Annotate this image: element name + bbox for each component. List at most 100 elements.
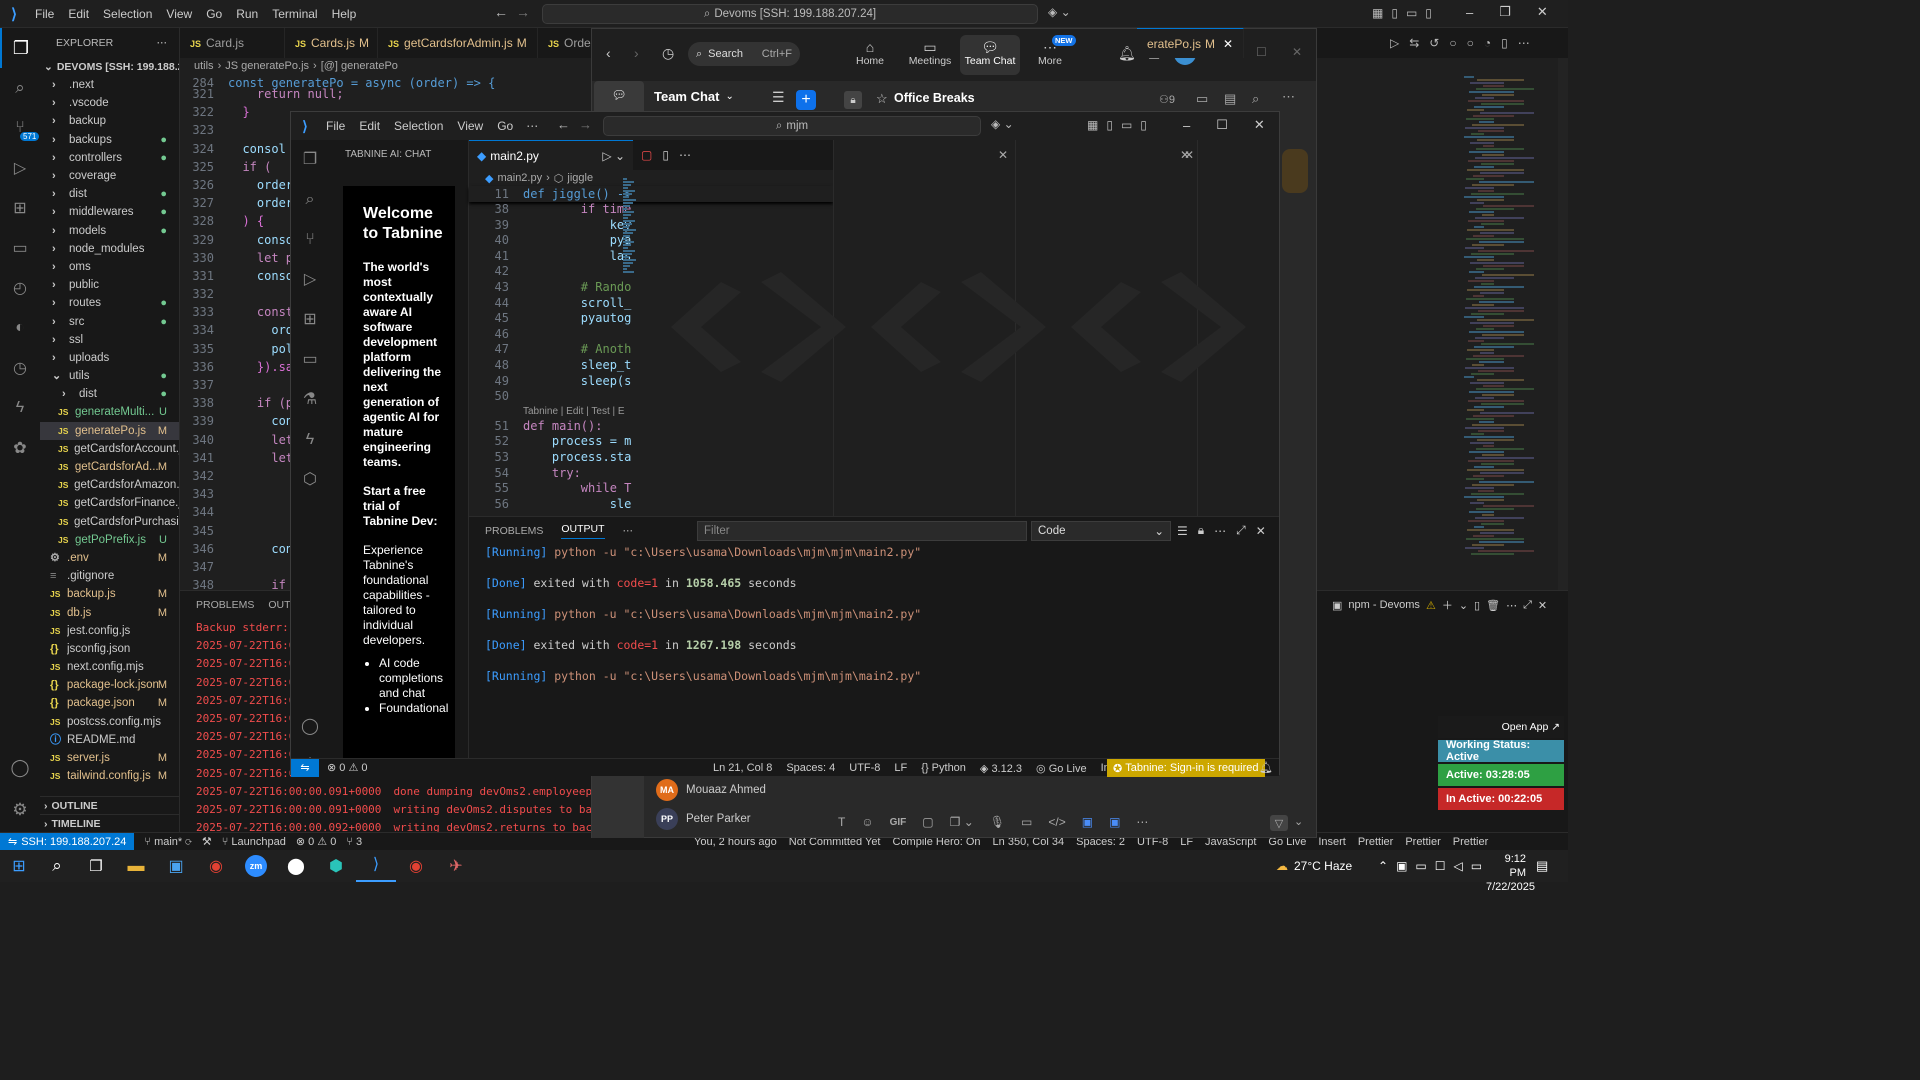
forward-arrow-icon[interactable]: →: [516, 4, 530, 20]
restore-icon[interactable]: ☐: [1216, 117, 1228, 133]
back-arrow-icon[interactable]: ←: [557, 117, 570, 132]
timeline-icon[interactable]: ◔: [1484, 36, 1491, 50]
source-control-icon[interactable]: ⑂ 571: [0, 108, 40, 148]
close-icon[interactable]: ✕: [1256, 524, 1266, 538]
clock[interactable]: 9:12 PM 7/22/2025: [1486, 852, 1535, 894]
menu-file[interactable]: File: [319, 119, 352, 133]
status-item[interactable]: Insert: [1318, 836, 1346, 848]
panel-tab[interactable]: PROBLEMS: [485, 525, 543, 537]
task-view-icon[interactable]: ❐: [76, 857, 116, 875]
app-tray-icon[interactable]: ▣: [1396, 859, 1407, 873]
calendar-icon[interactable]: ▤: [1224, 91, 1236, 107]
back-arrow-icon[interactable]: ←: [494, 4, 508, 20]
file-tree-item[interactable]: JS getCardsforPurchasi...: [40, 513, 179, 531]
file-tree-item[interactable]: › models ●: [40, 222, 179, 240]
more-actions-icon[interactable]: ⋯: [1518, 36, 1530, 50]
file-tree-item[interactable]: JS getCardsforFinance.js: [40, 494, 179, 512]
source-control-icon[interactable]: ⑂: [291, 220, 329, 260]
chrome-icon[interactable]: ◉: [396, 856, 436, 876]
file-tree-item[interactable]: › oms: [40, 258, 179, 276]
history-icon[interactable]: ◷: [662, 45, 674, 62]
store-icon[interactable]: ▣: [156, 856, 196, 876]
remote-explorer-icon[interactable]: ▭: [291, 340, 329, 380]
file-icon[interactable]: ❐ ⌄: [950, 815, 974, 829]
remote-explorer-icon[interactable]: ▭: [0, 228, 40, 268]
menu-run[interactable]: Run: [229, 7, 265, 21]
file-tree-item[interactable]: {} jsconfig.json: [40, 640, 179, 658]
git-graph-icon[interactable]: ◴: [0, 268, 40, 308]
menu-go[interactable]: Go: [490, 119, 520, 133]
display-icon[interactable]: ▭: [1415, 859, 1426, 873]
more-actions-icon[interactable]: ⋯: [623, 525, 634, 537]
file-tree-item[interactable]: › dist ●: [40, 185, 179, 203]
menu-selection[interactable]: Selection: [387, 119, 450, 133]
nav-meetings[interactable]: ▭ Meetings: [900, 35, 960, 75]
nav-team-chat[interactable]: 💬︎ Team Chat: [960, 35, 1020, 75]
file-tree-item[interactable]: › public: [40, 276, 179, 294]
chat-list-item[interactable]: PP Peter Parker: [656, 804, 766, 833]
status-item[interactable]: Prettier: [1405, 836, 1440, 848]
file-tree-item[interactable]: JS generateMulti... U: [40, 403, 179, 421]
sidebar-toggle-icon[interactable]: ▯: [1391, 6, 1398, 20]
app-icon[interactable]: ▣: [1109, 815, 1120, 829]
notifications-icon[interactable]: 🔔︎: [1259, 761, 1273, 774]
language-mode[interactable]: {} Python: [921, 762, 966, 774]
tabnine-icon[interactable]: ⬡: [291, 460, 329, 500]
menu-selection[interactable]: Selection: [96, 7, 159, 21]
file-tree-item[interactable]: JS generatePo.js M: [40, 421, 179, 440]
revert-icon[interactable]: ↺: [1429, 36, 1439, 50]
extensions-icon[interactable]: ⊞: [0, 188, 40, 228]
file-tree-item[interactable]: JS next.config.mjs: [40, 658, 179, 676]
clear-output-icon[interactable]: ☰: [1177, 524, 1188, 538]
close-icon[interactable]: ✕: [1223, 37, 1233, 51]
file-tree-item[interactable]: JS getCardsforAmazon.js: [40, 476, 179, 494]
new-chat-button[interactable]: +: [796, 90, 816, 110]
circle-icon[interactable]: ○: [1449, 36, 1456, 50]
file-tree-item[interactable]: › controllers ●: [40, 149, 179, 167]
launchpad-indicator[interactable]: ⑂ Launchpad: [222, 836, 286, 848]
testing-icon[interactable]: ⚗: [291, 380, 329, 420]
file-tree-item[interactable]: › middlewares ●: [40, 203, 179, 221]
command-center-search[interactable]: ⌕ mjm: [603, 116, 981, 136]
outline-section[interactable]: › OUTLINE: [40, 796, 180, 814]
file-tree-item[interactable]: ⚙ .env M: [40, 549, 179, 567]
breadcrumb-symbol[interactable]: jiggle: [567, 172, 593, 184]
breadcrumb-file[interactable]: main2.py: [497, 172, 542, 184]
circle-icon[interactable]: ○: [1467, 36, 1474, 50]
command-center-search[interactable]: ⌕ Devoms [SSH: 199.188.207.24]: [542, 4, 1038, 24]
menu-go[interactable]: Go: [199, 7, 229, 21]
chrome-icon[interactable]: ◉: [196, 856, 236, 876]
editor-tab[interactable]: JS Orders: [538, 28, 601, 58]
search-icon[interactable]: ⌕: [38, 856, 76, 876]
weather-icon[interactable]: ☁: [1276, 859, 1288, 873]
go-live[interactable]: ◎ Go Live: [1036, 762, 1087, 775]
back-arrow-icon[interactable]: ‹: [606, 45, 611, 61]
close-icon[interactable]: ✕: [1538, 599, 1547, 612]
teams-search[interactable]: ⌕ Search Ctrl+F: [688, 42, 800, 66]
file-explorer-icon[interactable]: ▬: [116, 856, 156, 876]
file-tree-item[interactable]: › coverage: [40, 167, 179, 185]
secondary-sidebar-icon[interactable]: ▯: [1425, 6, 1432, 20]
tabnine-status[interactable]: ✪ Tabnine: Sign-in is required: [1107, 759, 1265, 777]
battery-icon[interactable]: ▭: [1471, 859, 1482, 873]
code-snippet-icon[interactable]: </>: [1048, 815, 1065, 829]
team-chat-header[interactable]: Team Chat ⌄: [654, 89, 734, 104]
codelens-actions[interactable]: Tabnine | Edit | Test | E: [469, 405, 833, 419]
format-text-icon[interactable]: T: [838, 815, 845, 829]
members-count[interactable]: ⚇9: [1159, 93, 1175, 106]
more-actions-icon[interactable]: ⋯: [1136, 815, 1148, 829]
lightning-icon[interactable]: ϟ: [291, 420, 329, 460]
file-tree-item[interactable]: JS getPoPrefix.js U: [40, 531, 179, 549]
timeline-section[interactable]: › TIMELINE: [40, 814, 180, 832]
file-tree-item[interactable]: JS db.js M: [40, 603, 179, 621]
split-editor-icon[interactable]: ▯: [662, 148, 669, 162]
microphone-icon[interactable]: 🎙︎: [990, 815, 1005, 829]
forward-arrow-icon[interactable]: ›: [634, 45, 639, 61]
output-channel-select[interactable]: Code ⌄: [1031, 521, 1171, 541]
remote-indicator[interactable]: ⇋ SSH: 199.188.207.24: [0, 832, 135, 851]
minimap[interactable]: [623, 178, 637, 278]
vscode-taskbar-icon[interactable]: ⟩: [356, 850, 396, 882]
workspace-root[interactable]: ⌄DEVOMS [SSH: 199.188.20...: [40, 58, 179, 76]
cursor-position[interactable]: Ln 21, Col 8: [713, 762, 772, 774]
forward-arrow-icon[interactable]: →: [579, 117, 592, 132]
